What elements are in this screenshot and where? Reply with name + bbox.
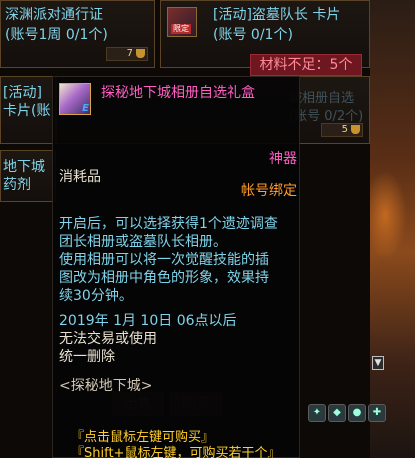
tooltip-bind-status: 帐号绑定 <box>241 183 297 199</box>
item-name: 深渊派对通行证 <box>5 7 103 23</box>
quick-slot-icon[interactable]: ✦ <box>308 404 326 422</box>
tooltip-restriction: 统一删除 <box>59 349 115 365</box>
tooltip-rarity: 神器 <box>269 151 297 167</box>
trophy-icon <box>136 49 145 58</box>
description-line: 图改为相册中角色的形象，效果持 <box>59 270 269 286</box>
item-tooltip: E 探秘地下城相册自选礼盒 神器 消耗品 帐号绑定 开启后，可以选择获得1个遗迹… <box>52 76 300 458</box>
quick-menu-icons: ✦ ◆ ● ✚ <box>308 404 386 422</box>
description-line: 开启后，可以选择获得1个遗迹调查 <box>59 216 278 232</box>
item-name: 地下城 <box>3 159 45 175</box>
shop-item-card[interactable]: 地下城 药剂 <box>0 150 56 202</box>
tooltip-series: <探秘地下城> <box>59 378 153 394</box>
price-chip: 5 <box>321 123 363 137</box>
quick-slot-icon[interactable]: ◆ <box>328 404 346 422</box>
item-thumbnail: 限定 <box>167 7 197 37</box>
materials-insufficient-banner: 材料不足：5个 <box>250 54 362 76</box>
tooltip-expiry-date: 2019年 1月 10日 06点以后 <box>59 313 237 329</box>
price-value: 7 <box>126 48 133 59</box>
trophy-icon <box>351 125 360 134</box>
description-line: 续30分钟。 <box>59 288 133 304</box>
tooltip-bulk-buy-hint: 『Shift+鼠标左键，可购买若干个』 <box>71 446 281 458</box>
quick-slot-icon[interactable]: ✚ <box>368 404 386 422</box>
item-name: [活动]盗墓队长 卡片 <box>213 7 341 23</box>
item-name: [活动] <box>3 85 42 101</box>
quick-slot-icon[interactable]: ● <box>348 404 366 422</box>
shop-item-card[interactable]: [活动] 卡片(账 <box>0 76 56 144</box>
tooltip-restriction: 无法交易或使用 <box>59 331 157 347</box>
description-line: 团长相册或盗墓队长相册。 <box>59 234 227 250</box>
tooltip-buy-hint: 『点击鼠标左键可购买』 <box>71 430 215 445</box>
price-chip: 7 <box>106 47 148 61</box>
item-limit: 卡片(账 <box>3 103 51 119</box>
item-limit: (账号 0/1个) <box>213 27 293 43</box>
item-limit: 药剂 <box>3 177 31 193</box>
gift-box-icon: E <box>59 83 91 115</box>
item-limit: (账号 0/2个) <box>289 109 364 124</box>
item-limit: (账号1周 0/1个) <box>5 27 108 43</box>
equipment-mark-icon: E <box>82 103 89 114</box>
tooltip-category: 消耗品 <box>59 169 101 185</box>
scroll-down-arrow-icon[interactable]: ▼ <box>372 356 384 370</box>
limited-badge: 限定 <box>171 24 191 34</box>
shop-item-card[interactable]: 深渊派对通行证 (账号1周 0/1个) 7 <box>0 0 155 68</box>
price-value: 5 <box>341 124 348 135</box>
tooltip-description: 开启后，可以选择获得1个遗迹调查 团长相册或盗墓队长相册。 使用相册可以将一次觉… <box>59 215 297 305</box>
description-line: 使用相册可以将一次觉醒技能的插 <box>59 252 269 268</box>
tooltip-title: 探秘地下城相册自选礼盒 <box>101 85 255 101</box>
